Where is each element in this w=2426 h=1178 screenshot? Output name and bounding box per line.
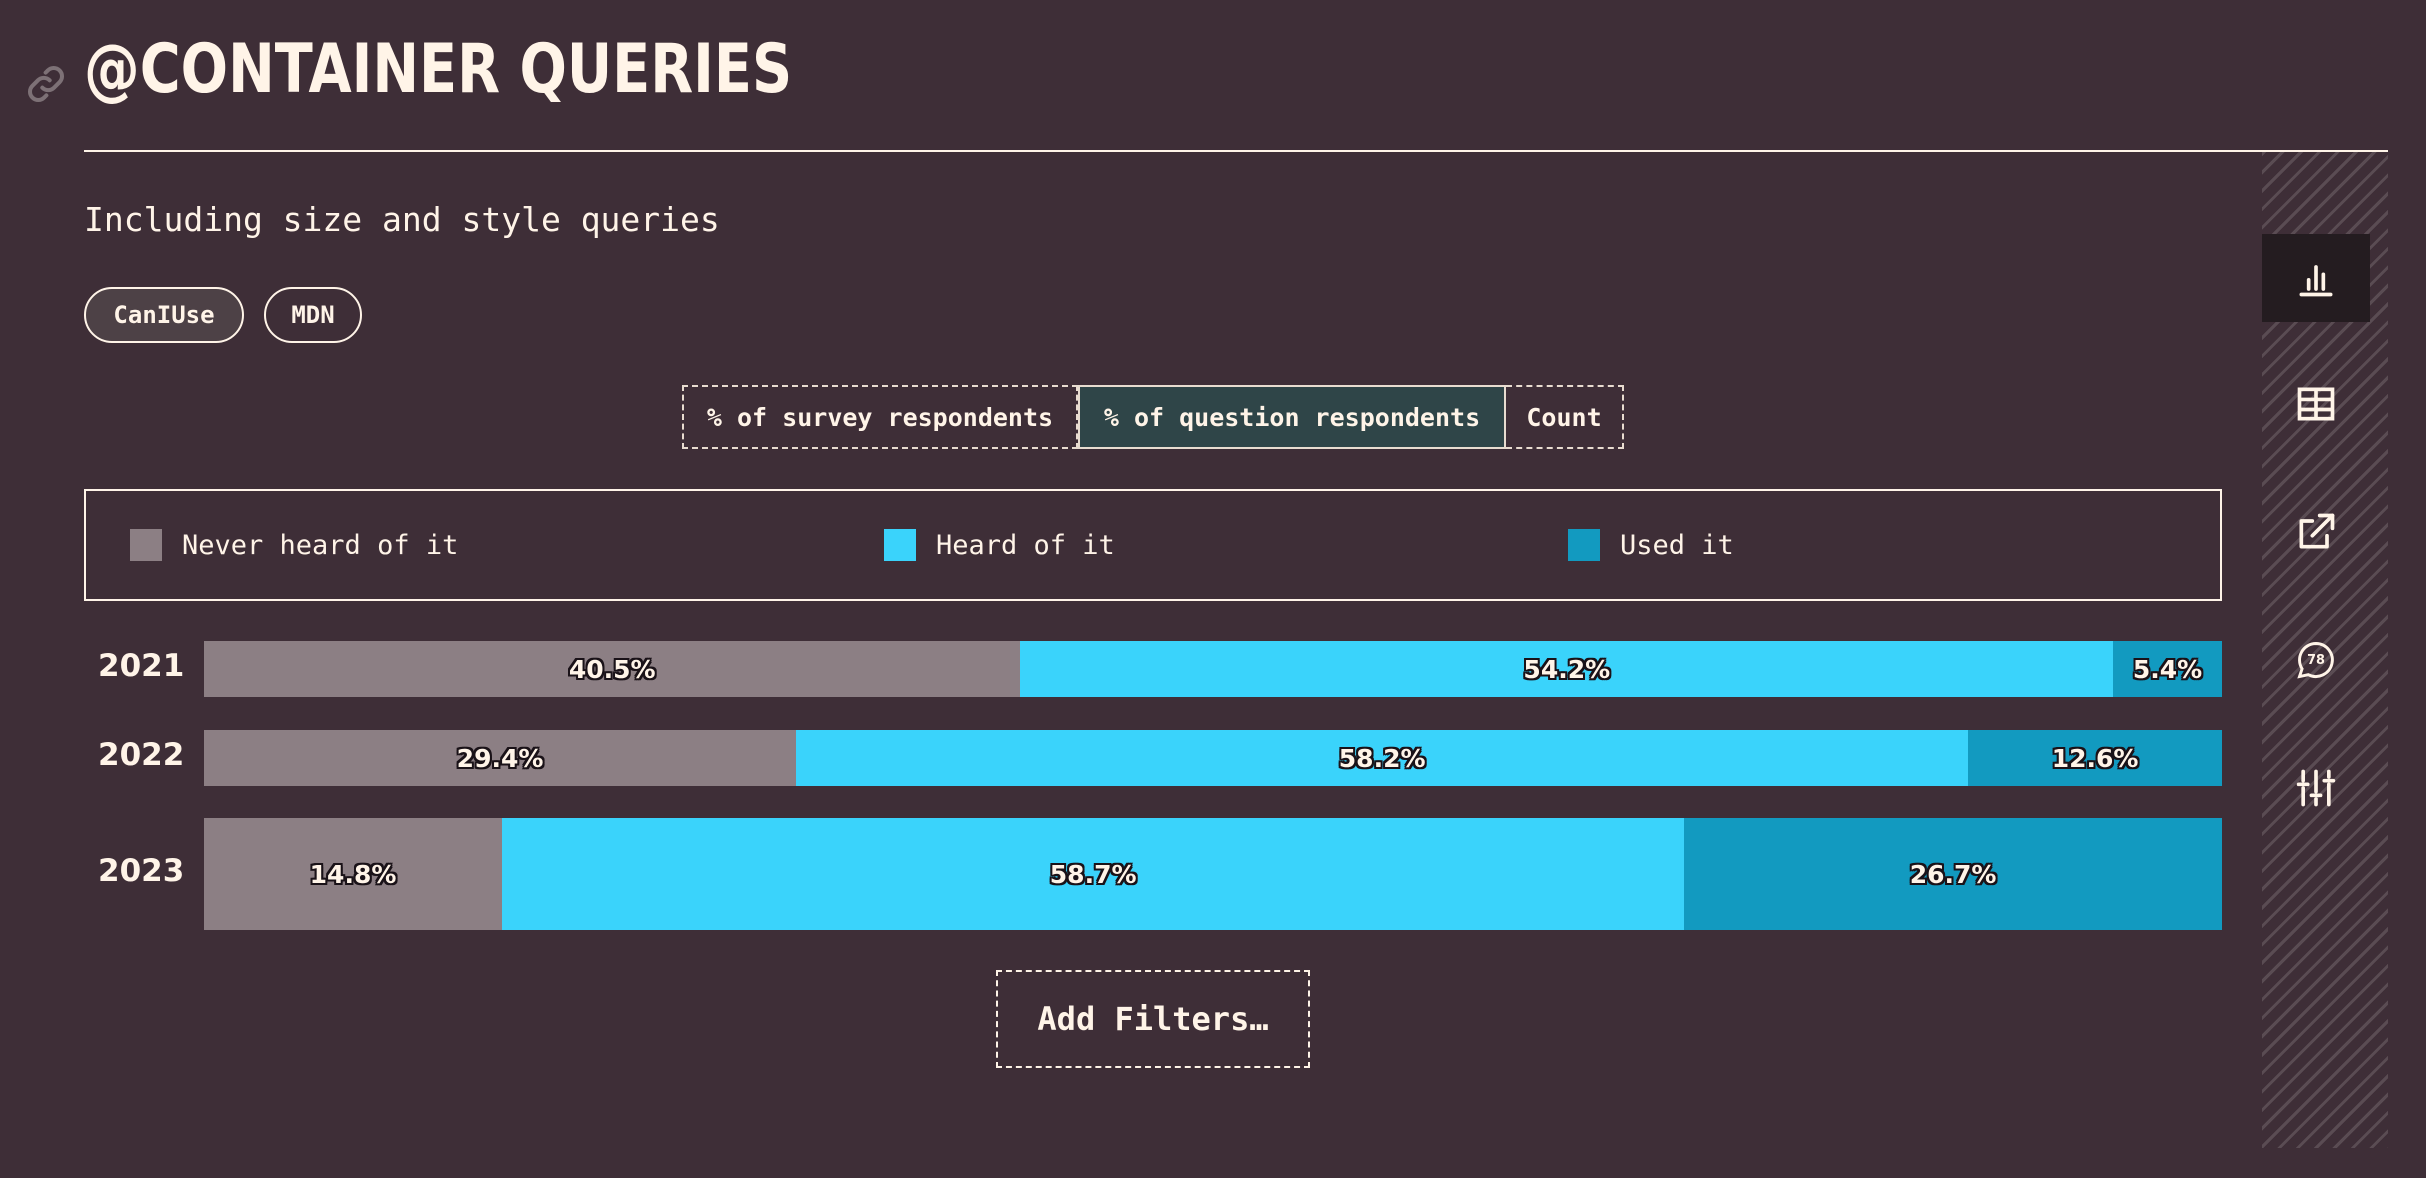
year-label-2021: 2021 <box>98 648 185 684</box>
year-label-2022: 2022 <box>98 737 185 773</box>
share-icon <box>2299 513 2335 549</box>
legend-item-used[interactable]: Used it <box>1568 529 1734 561</box>
caniuse-link[interactable]: CanIUse <box>84 287 244 343</box>
legend-label: Never heard of it <box>182 529 459 561</box>
bar-segment[interactable]: 14.8% <box>204 818 503 930</box>
bar-row-2023: 14.8% 58.7% 26.7% <box>204 818 2222 930</box>
bar-segment[interactable]: 5.4% <box>2113 641 2222 697</box>
legend-label: Heard of it <box>936 529 1115 561</box>
page-subtitle: Including size and style queries <box>84 200 720 239</box>
legend-swatch <box>1568 529 1600 561</box>
comments-button[interactable]: 78 <box>2262 616 2370 704</box>
share-button[interactable] <box>2262 488 2370 576</box>
bar-row-2021: 40.5% 54.2% 5.4% <box>204 641 2222 697</box>
bar-segment[interactable]: 58.7% <box>502 818 1685 930</box>
comments-icon: 78 <box>2297 642 2334 679</box>
comments-count: 78 <box>2307 653 2325 668</box>
legend-swatch <box>130 529 162 561</box>
customize-button[interactable] <box>2262 744 2370 832</box>
sliders-icon <box>2296 769 2336 807</box>
title-divider <box>84 150 2388 152</box>
legend-swatch <box>884 529 916 561</box>
bar-segment[interactable]: 29.4% <box>204 730 797 786</box>
bar-segment[interactable]: 54.2% <box>1020 641 2114 697</box>
bar-segment[interactable]: 58.2% <box>796 730 1969 786</box>
table-view-button[interactable] <box>2262 360 2370 448</box>
unit-switcher: % of survey respondents % of question re… <box>682 385 1624 449</box>
bar-row-2022: 29.4% 58.2% 12.6% <box>204 730 2222 786</box>
legend-label: Used it <box>1620 529 1734 561</box>
unit-count-button[interactable]: Count <box>1506 385 1624 449</box>
block-sidebar: 78 <box>2262 152 2388 1148</box>
year-label-2023: 2023 <box>98 853 185 889</box>
legend-item-never-heard[interactable]: Never heard of it <box>130 529 458 561</box>
unit-question-respondents-button[interactable]: % of question respondents <box>1078 385 1506 449</box>
page-title: @CONTAINER QUERIES <box>84 30 793 109</box>
bar-chart-icon <box>2299 265 2333 297</box>
chart-view-button[interactable] <box>2262 234 2370 322</box>
bar-segment[interactable]: 12.6% <box>1968 730 2222 786</box>
bar-segment[interactable]: 40.5% <box>204 641 1021 697</box>
legend-item-heard[interactable]: Heard of it <box>884 529 1115 561</box>
link-icon[interactable] <box>24 62 68 106</box>
unit-survey-respondents-button[interactable]: % of survey respondents <box>682 385 1078 449</box>
mdn-link[interactable]: MDN <box>264 287 362 343</box>
chart-legend: Never heard of it Heard of it Used it <box>84 489 2222 601</box>
bar-segment[interactable]: 26.7% <box>1684 818 2222 930</box>
table-icon <box>2297 387 2335 421</box>
add-filters-button[interactable]: Add Filters… <box>996 970 1310 1068</box>
